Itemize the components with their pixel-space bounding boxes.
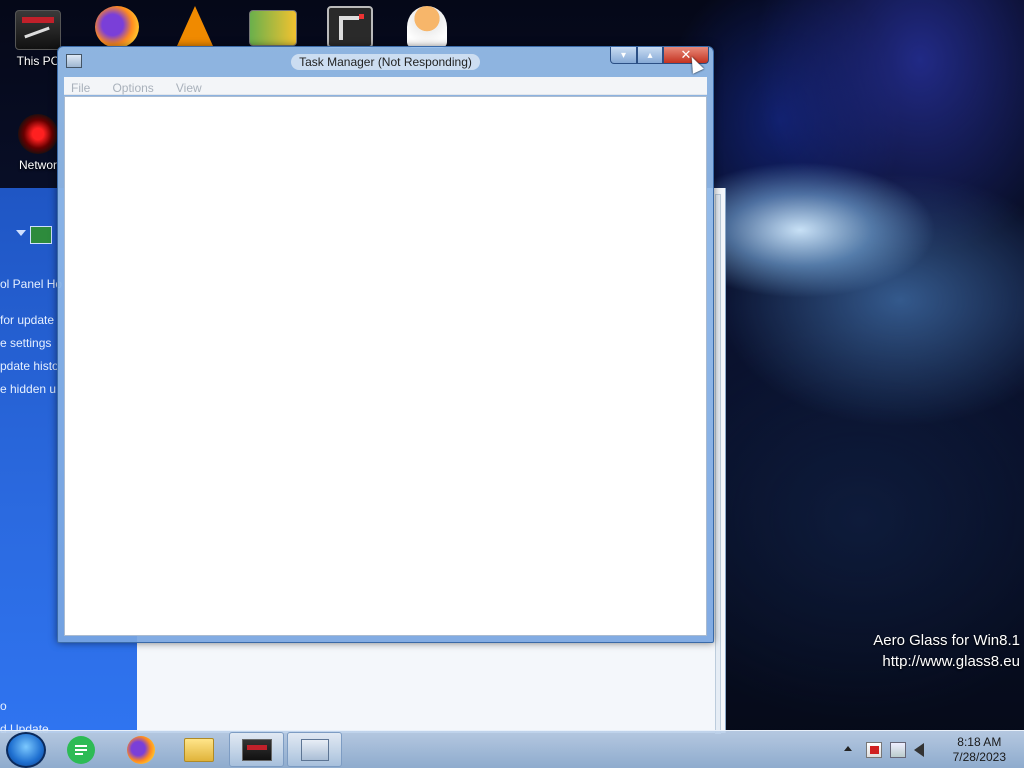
close-button[interactable]: ✕: [663, 47, 709, 64]
firefox-icon: [127, 735, 155, 764]
watermark-line-2: http://www.glass8.eu: [882, 653, 1020, 670]
task-manager-icon: [300, 738, 329, 761]
check-for-updates-link[interactable]: for update: [0, 313, 54, 327]
person-icon: [407, 6, 447, 48]
vlc-desktop-icon[interactable]: [160, 6, 230, 50]
menu-view[interactable]: View: [176, 79, 202, 95]
task-manager-window[interactable]: Task Manager (Not Responding) ▾ ▴ ✕ File…: [57, 46, 714, 643]
chevron-down-icon[interactable]: [16, 230, 26, 236]
this-pc-icon: [15, 10, 61, 50]
hxd-desktop-icon[interactable]: [238, 10, 308, 50]
task-manager-content-area: [64, 96, 707, 636]
volume-icon[interactable]: [914, 743, 924, 757]
taskbar-clock[interactable]: 8:18 AM 7/28/2023: [953, 735, 1006, 765]
hidden-updates-link[interactable]: e hidden u: [0, 382, 56, 396]
network-icon[interactable]: [890, 742, 906, 758]
menu-file[interactable]: File: [71, 79, 90, 95]
control-panel-scrollbar[interactable]: [715, 194, 721, 734]
folder-icon: [184, 737, 214, 762]
hxd-icon: [249, 10, 297, 46]
sidebar-footer-link[interactable]: o: [0, 699, 7, 713]
maximize-button[interactable]: ▴: [637, 47, 663, 64]
menu-bar: File Options View: [64, 77, 707, 95]
firefox-icon: [95, 6, 139, 48]
system-app-icon: [241, 738, 272, 761]
maze-icon: [327, 6, 373, 48]
maximize-icon: ▴: [647, 49, 653, 61]
show-hidden-icons-chevron-icon[interactable]: [844, 746, 852, 751]
network-icon: [18, 114, 58, 154]
clock-time: 8:18 AM: [957, 735, 1002, 749]
taskbar: 8:18 AM 7/28/2023: [0, 730, 1024, 768]
taskbar-firefox[interactable]: [122, 732, 160, 767]
vlc-cone-icon: [177, 6, 213, 46]
taskbar-notes-app[interactable]: [62, 732, 100, 767]
control-panel-home-link[interactable]: ol Panel Ho: [0, 277, 62, 291]
minimize-icon: ▾: [620, 49, 627, 61]
minimize-button[interactable]: ▾: [610, 47, 637, 64]
system-tray: 8:18 AM 7/28/2023: [844, 731, 1024, 768]
watermark-line-1: Aero Glass for Win8.1: [873, 632, 1020, 649]
aero-glass-watermark: Aero Glass for Win8.1 http://www.glass8.…: [873, 630, 1020, 672]
notes-app-icon: [67, 735, 95, 764]
start-button[interactable]: [6, 732, 46, 768]
clock-date: 7/28/2023: [952, 750, 1006, 764]
menu-options[interactable]: Options: [112, 79, 153, 95]
control-panel-small-icon: [30, 226, 52, 244]
action-center-flag-icon[interactable]: [866, 742, 882, 758]
update-history-link[interactable]: pdate histo: [0, 359, 59, 373]
change-settings-link[interactable]: e settings: [0, 336, 51, 350]
taskbar-system-app[interactable]: [229, 732, 284, 767]
taskbar-file-explorer[interactable]: [180, 732, 218, 767]
taskbar-task-manager[interactable]: [287, 732, 342, 767]
